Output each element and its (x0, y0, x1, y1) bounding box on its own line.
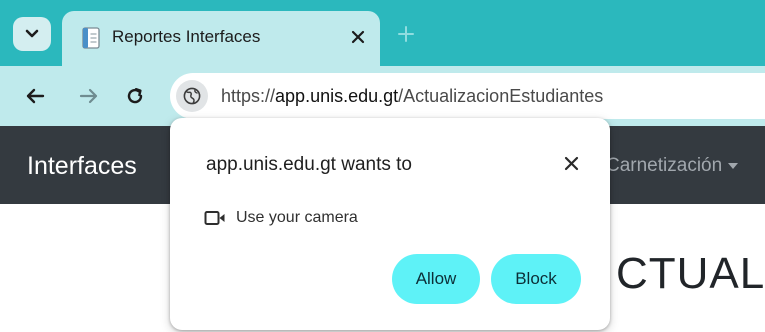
permission-dialog: app.unis.edu.gt wants to Use your camera… (170, 118, 610, 330)
plus-icon (398, 26, 414, 42)
navbar-brand[interactable]: Interfaces (27, 150, 137, 182)
tab-close-button[interactable] (348, 27, 368, 47)
url-host: app.unis.edu.gt (275, 86, 399, 106)
tab-title: Reportes Interfaces (112, 27, 261, 46)
document-icon (82, 27, 100, 49)
new-tab-button[interactable] (394, 22, 418, 46)
page-title: CTUALIZ (616, 249, 765, 298)
tab-search-button[interactable] (13, 17, 51, 51)
permission-label: Use your camera (236, 209, 358, 226)
dialog-close-button[interactable] (558, 150, 584, 176)
reload-icon (127, 88, 143, 104)
url-scheme: https:// (221, 86, 276, 106)
url-path: /ActualizacionEstudiantes (398, 86, 604, 106)
site-info-button[interactable] (176, 80, 208, 112)
globe-icon (183, 87, 201, 105)
arrow-left-icon (26, 88, 45, 104)
block-button[interactable]: Block (491, 254, 581, 304)
close-icon (564, 156, 578, 170)
tab-strip: Reportes Interfaces (0, 0, 765, 66)
tab-reportes-interfaces[interactable]: Reportes Interfaces (62, 11, 380, 66)
camera-icon (204, 211, 225, 225)
address-bar[interactable]: https://app.unis.edu.gt/ActualizacionEst… (170, 73, 765, 119)
permission-dialog-title: app.unis.edu.gt wants to (206, 154, 412, 175)
reload-button[interactable] (121, 82, 149, 110)
nav-link-label: Carnetización (606, 155, 723, 176)
chevron-down-icon (25, 29, 39, 38)
arrow-right-icon (79, 88, 98, 104)
forward-button[interactable] (75, 82, 103, 110)
browser-window: Reportes Interfaces https://app.unis.edu… (0, 0, 765, 332)
back-button[interactable] (21, 82, 49, 110)
browser-toolbar: https://app.unis.edu.gt/ActualizacionEst… (0, 66, 765, 126)
nav-link-carnetizacion[interactable]: Carnetización (606, 153, 739, 179)
close-icon (351, 30, 365, 44)
allow-button[interactable]: Allow (392, 254, 480, 304)
caret-down-icon (728, 162, 739, 169)
url-text: https://app.unis.edu.gt/ActualizacionEst… (221, 84, 603, 108)
